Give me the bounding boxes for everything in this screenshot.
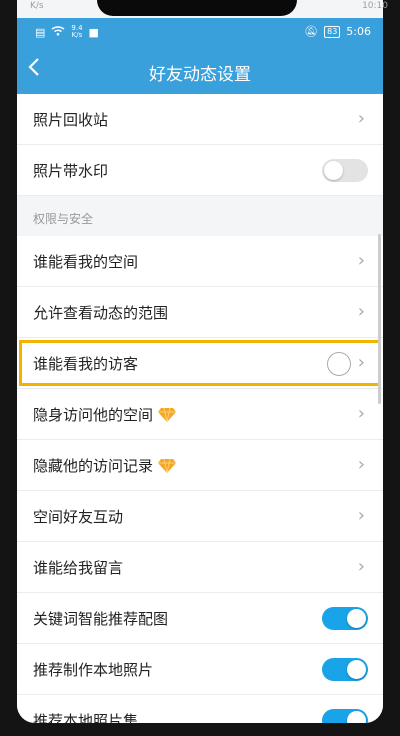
status-time: 5:06 (346, 25, 371, 38)
row-label-text: 隐藏他的访问记录 (33, 457, 154, 475)
phone-frame: K/s 10:10 ▤ 9.4 K/s ■ 🔕︎ 83 5:06 好友动态设置 … (0, 0, 400, 736)
row-label: 推荐本地照片集 (33, 712, 139, 723)
chevron-right-icon: › (357, 352, 365, 373)
net-speed: 9.4 K/s (71, 25, 82, 39)
mute-bell-icon: 🔕︎ (304, 25, 319, 38)
screen: ▤ 9.4 K/s ■ 🔕︎ 83 5:06 好友动态设置 照片回收站 › 照片… (17, 0, 383, 723)
toggle-knob (347, 609, 366, 628)
local-album-toggle[interactable] (322, 709, 368, 723)
row-friend-interaction[interactable]: 空间好友互动 › (17, 491, 383, 542)
row-label: 推荐制作本地照片 (33, 661, 154, 679)
row-label: 照片带水印 (33, 162, 109, 180)
row-label: 允许查看动态的范围 (33, 304, 169, 322)
chevron-right-icon: › (357, 108, 365, 129)
chevron-right-icon: › (357, 403, 365, 424)
settings-list: 照片回收站 › 照片带水印 权限与安全 谁能看我的空间 › 允许查看动态的范围 … (17, 94, 383, 723)
row-hide-visit-record[interactable]: 隐藏他的访问记录 › (17, 440, 383, 491)
page-title: 好友动态设置 (149, 65, 251, 85)
row-keyword-image-recommend: 关键词智能推荐配图 (17, 593, 383, 644)
section-header: 权限与安全 (17, 196, 383, 236)
row-label: 空间好友互动 (33, 508, 124, 526)
row-label-text: 隐身访问他的空间 (33, 406, 154, 424)
row-label: 谁能看我的访客 (33, 355, 139, 373)
scrollbar[interactable] (378, 234, 381, 404)
diamond-icon (158, 407, 177, 422)
phone-notch (97, 0, 297, 16)
chevron-right-icon: › (357, 505, 365, 526)
battery-icon: 83 (324, 25, 341, 38)
chevron-right-icon: › (357, 556, 365, 577)
row-who-can-leave-message[interactable]: 谁能给我留言 › (17, 542, 383, 593)
section-title: 权限与安全 (33, 212, 94, 226)
row-allowed-feed-range[interactable]: 允许查看动态的范围 › (17, 287, 383, 338)
row-label: 谁能看我的空间 (33, 253, 139, 271)
row-label: 关键词智能推荐配图 (33, 610, 169, 628)
chevron-right-icon: › (357, 301, 365, 322)
row-who-can-see-my-visitors[interactable]: 谁能看我的访客 › (17, 338, 383, 389)
status-left: ▤ 9.4 K/s ■ (35, 25, 99, 39)
row-label: 隐藏他的访问记录 (33, 455, 177, 476)
app-notification-icon: ■ (88, 25, 99, 39)
row-stealth-visit[interactable]: 隐身访问他的空间 › (17, 389, 383, 440)
net-speed-unit: K/s (71, 31, 83, 39)
toggle-knob (347, 660, 366, 679)
row-who-can-see-my-space[interactable]: 谁能看我的空间 › (17, 236, 383, 287)
diamond-icon (158, 458, 177, 473)
row-recommend-local-photos: 推荐制作本地照片 (17, 644, 383, 695)
toggle-knob (324, 161, 343, 180)
row-label: 照片回收站 (33, 111, 109, 129)
outer-status-time: 10:10 (362, 1, 388, 11)
keyword-recommend-toggle[interactable] (322, 607, 368, 630)
row-label: 隐身访问他的空间 (33, 404, 177, 425)
toggle-knob (347, 711, 366, 723)
chevron-right-icon: › (357, 454, 365, 475)
nav-bar: 好友动态设置 (17, 46, 383, 94)
wifi-icon (51, 25, 65, 39)
watermark-toggle[interactable] (322, 159, 368, 182)
status-bar: ▤ 9.4 K/s ■ 🔕︎ 83 5:06 (17, 18, 383, 46)
row-recommend-local-album: 推荐本地照片集 (17, 695, 383, 723)
row-label: 谁能给我留言 (33, 559, 124, 577)
chevron-right-icon: › (357, 250, 365, 271)
tap-indicator (327, 352, 351, 376)
sim-icon: ▤ (35, 25, 46, 39)
row-photo-watermark: 照片带水印 (17, 145, 383, 196)
outer-status-left: K/s (30, 1, 44, 11)
local-photos-toggle[interactable] (322, 658, 368, 681)
row-photo-recycle-bin[interactable]: 照片回收站 › (17, 94, 383, 145)
status-right: 🔕︎ 83 5:06 (304, 25, 371, 38)
